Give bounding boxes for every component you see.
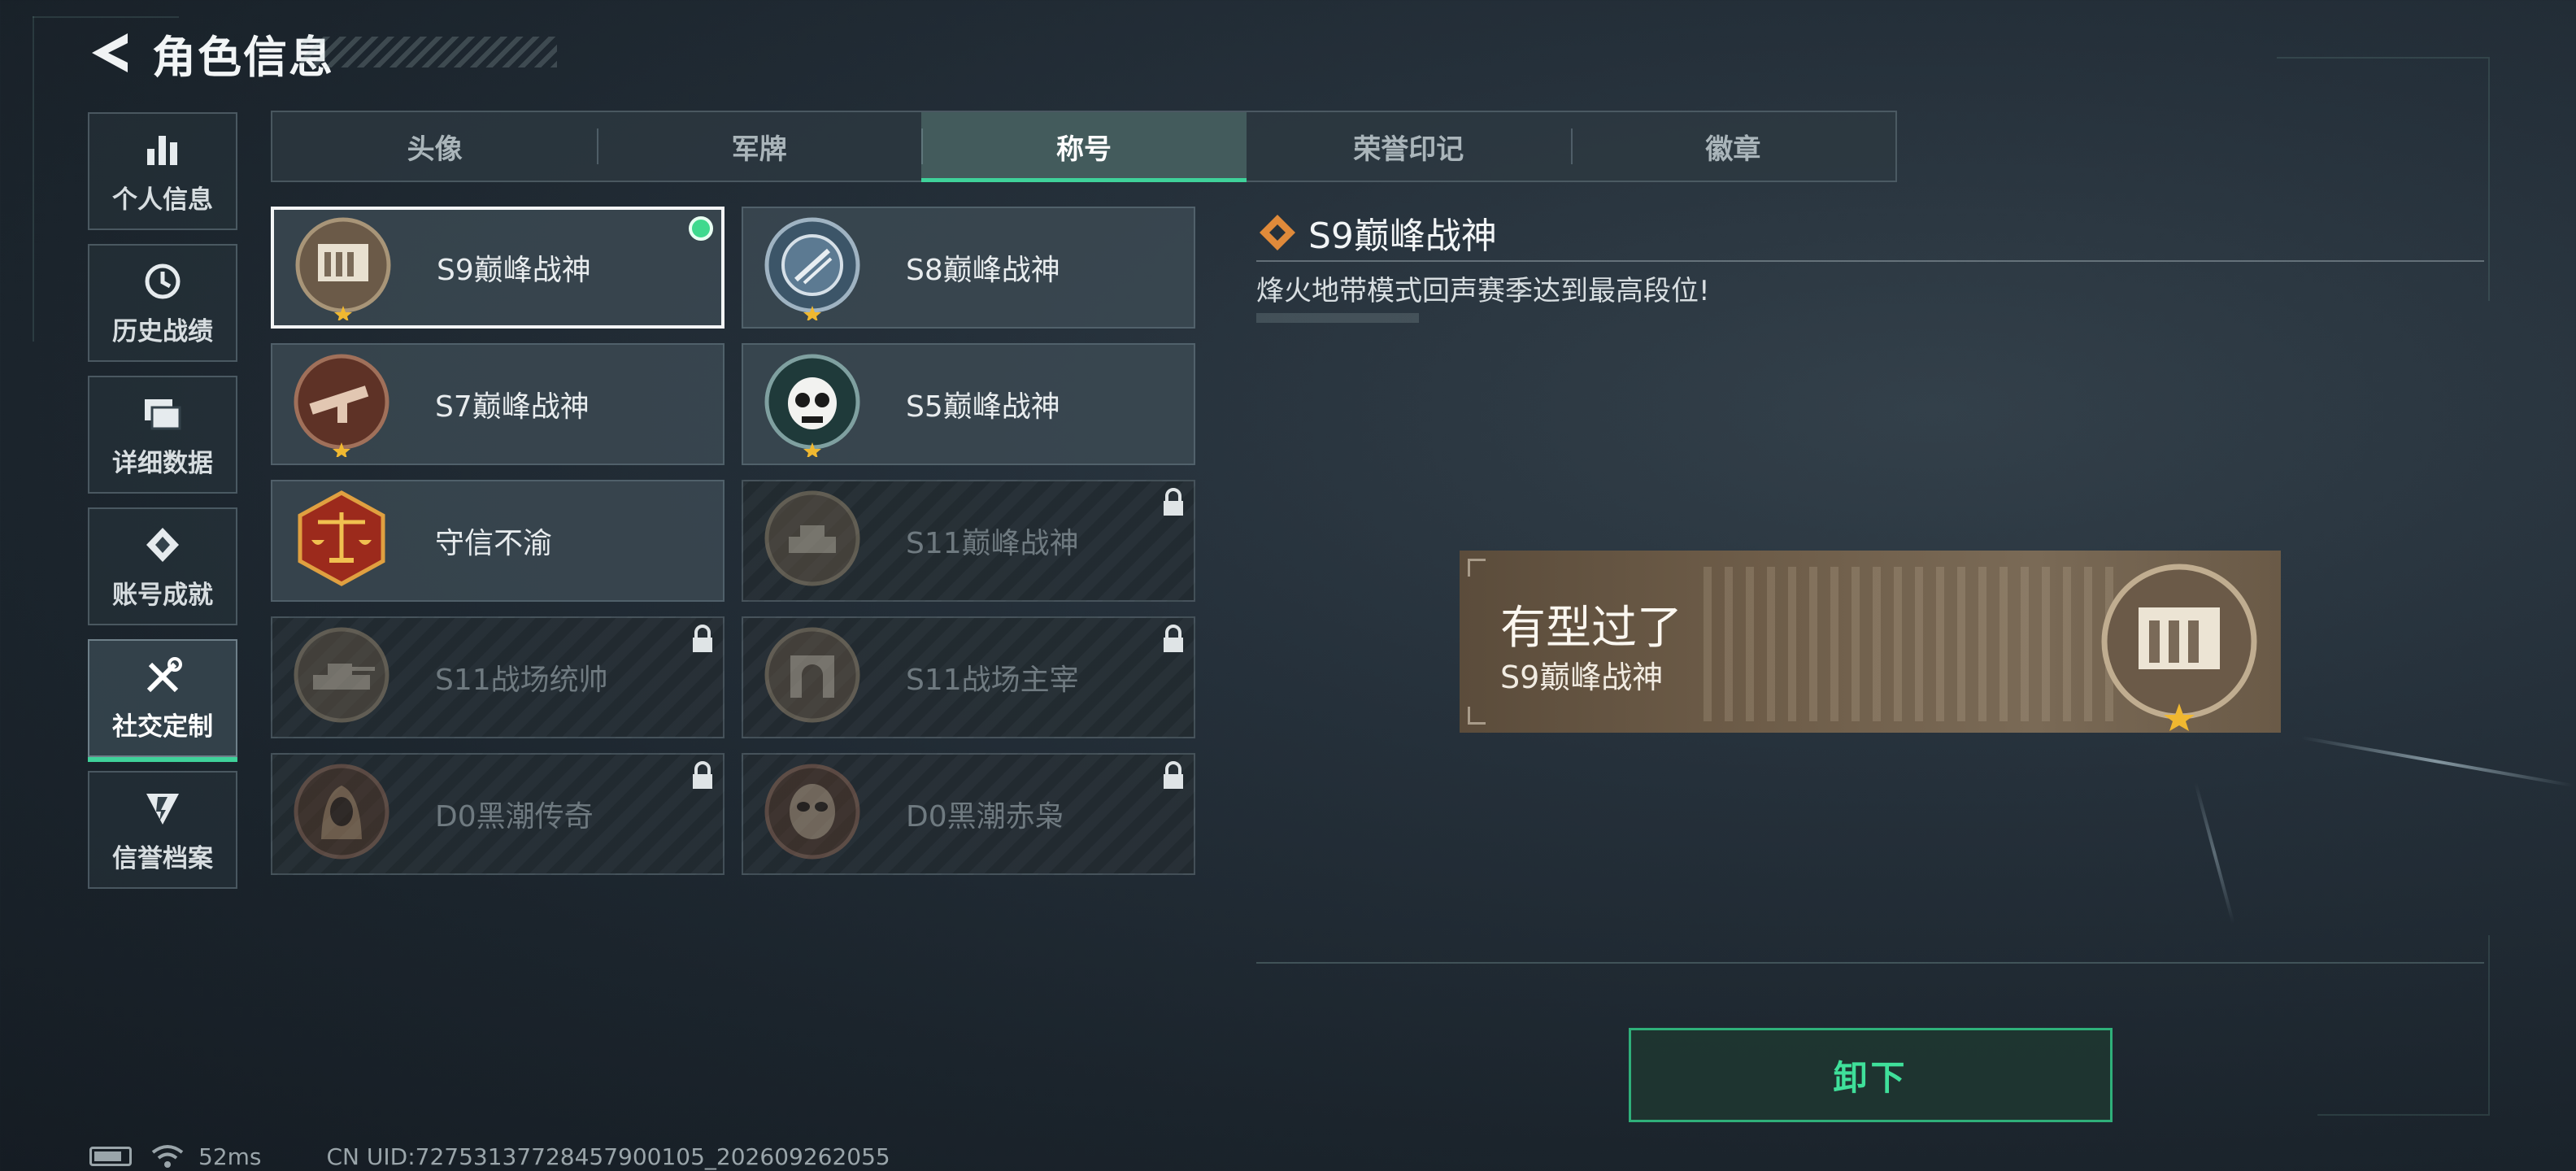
title-name: D0黑潮赤枭 [906,800,1064,834]
emblem-badge-icon [759,215,865,322]
title-card[interactable]: S11战场主宰 [742,616,1195,738]
sidebar-item-detailed-data[interactable]: 详细数据 [88,376,237,494]
arch-badge-icon [759,625,865,730]
sidebar-item-social-custom[interactable]: 社交定制 [88,639,237,762]
ping-value: 52ms [198,1143,262,1170]
tab-honor-mark[interactable]: 荣誉印记 [1247,112,1571,181]
tank-badge-icon [289,625,394,730]
title-name: S11战场主宰 [906,664,1079,697]
title-card[interactable]: S11战场统帅 [271,616,724,738]
unequip-button[interactable]: 卸下 [1629,1028,2113,1122]
header-hatch-decoration [301,37,557,67]
title-card[interactable]: S9巅峰战神 [271,207,724,329]
achievement-icon [140,522,185,568]
corner-bracket [1468,559,1486,577]
title-card[interactable]: 守信不渝 [271,480,724,602]
sidebar-item-history[interactable]: 历史战绩 [88,244,237,362]
monument-badge-icon [2094,560,2265,731]
title-card[interactable]: S7巅峰战神 [271,343,724,465]
title-name: D0黑潮传奇 [435,800,594,834]
sidebar-item-reputation[interactable]: 信誉档案 [88,771,237,889]
frame-line [2317,1114,2490,1116]
uid-text: CN UID:727531377284579001​05_20260926205… [326,1143,890,1170]
detail-title: S9巅峰战神 [1308,215,1497,257]
title-name: S9巅峰战神 [437,254,591,287]
title-card[interactable]: D0黑潮赤枭 [742,753,1195,875]
sidebar-item-label: 社交定制 [112,712,213,742]
title-name: S7巅峰战神 [435,390,590,424]
title-card[interactable]: S11巅峰战神 [742,480,1195,602]
frame-line [33,16,34,342]
corner-bracket [1468,707,1486,725]
frame-line [2277,57,2488,59]
battery-icon [89,1147,132,1166]
title-grid: S9巅峰战神 S8巅峰战神 S7巅峰战神 S5巅峰战神 守信不渝 S11巅峰战神 [271,207,1195,875]
diamond-icon [1256,211,1299,254]
tab-badge[interactable]: 徽章 [1570,112,1895,181]
lock-icon [690,625,715,654]
wifi-icon [151,1144,184,1169]
sidebar-item-label: 个人信息 [112,185,213,215]
title-name: S11巅峰战神 [906,527,1079,560]
tab-title[interactable]: 称号 [921,112,1247,182]
sidebar-item-achievements[interactable]: 账号成就 [88,507,237,625]
skull-badge-icon [759,351,865,459]
sidebar: 个人信息 历史战绩 详细数据 账号成就 社交定制 信誉档案 [88,112,237,903]
title-card[interactable]: D0黑潮传奇 [271,753,724,875]
frame-line [33,16,179,18]
detail-header: S9巅峰战神 [1256,205,2484,262]
sidebar-item-label: 信誉档案 [112,844,213,873]
nameplate-preview: 有型过了 S9巅峰战神 [1460,551,2281,733]
frame-line [2488,935,2490,1114]
detail-description: 烽火地带模式回声赛季达到最高段位! [1256,275,1710,307]
sidebar-item-label: 详细数据 [112,449,213,478]
sidebar-item-label: 历史战绩 [112,317,213,346]
lock-icon [690,761,715,790]
nameplate-texture [1704,567,2126,721]
tank-badge-icon [759,488,865,594]
title-card[interactable]: S8巅峰战神 [742,207,1195,329]
monument-badge-icon [290,215,396,322]
reputation-icon [140,786,185,831]
tools-icon [140,654,185,699]
title-name: 守信不渝 [435,527,553,560]
sidebar-item-personal-info[interactable]: 个人信息 [88,112,237,230]
weapon-badge-icon [289,351,394,459]
title-name: S5巅峰战神 [906,390,1060,424]
lock-icon [1161,488,1186,517]
back-arrow-icon[interactable] [85,28,134,77]
scales-badge-icon [289,488,394,594]
page-header: 角色信息 [85,24,334,83]
nameplate-sub-text: S9巅峰战神 [1500,660,1664,695]
title-name: S11战场统帅 [435,664,608,697]
frame-line [2488,57,2490,301]
lock-icon [1161,761,1186,790]
hooded-figure-badge-icon [289,761,394,867]
data-cards-icon [140,390,185,436]
status-bar: 52ms CN UID:727531377284579001​05_202609… [89,1143,890,1170]
history-icon [140,259,185,304]
sidebar-item-label: 账号成就 [112,581,213,610]
nameplate-main-text: 有型过了 [1500,602,1682,655]
lock-icon [1161,625,1186,654]
equipped-indicator [689,216,713,241]
tab-bar: 头像 军牌 称号 荣誉印记 徽章 [271,111,1897,182]
title-name: S8巅峰战神 [906,254,1060,287]
title-card[interactable]: S5巅峰战神 [742,343,1195,465]
mask-badge-icon [759,761,865,867]
tab-avatar[interactable]: 头像 [272,112,597,181]
tab-dogtag[interactable]: 军牌 [597,112,921,181]
description-underline-decoration [1256,313,1419,323]
bar-chart-icon [140,127,185,172]
